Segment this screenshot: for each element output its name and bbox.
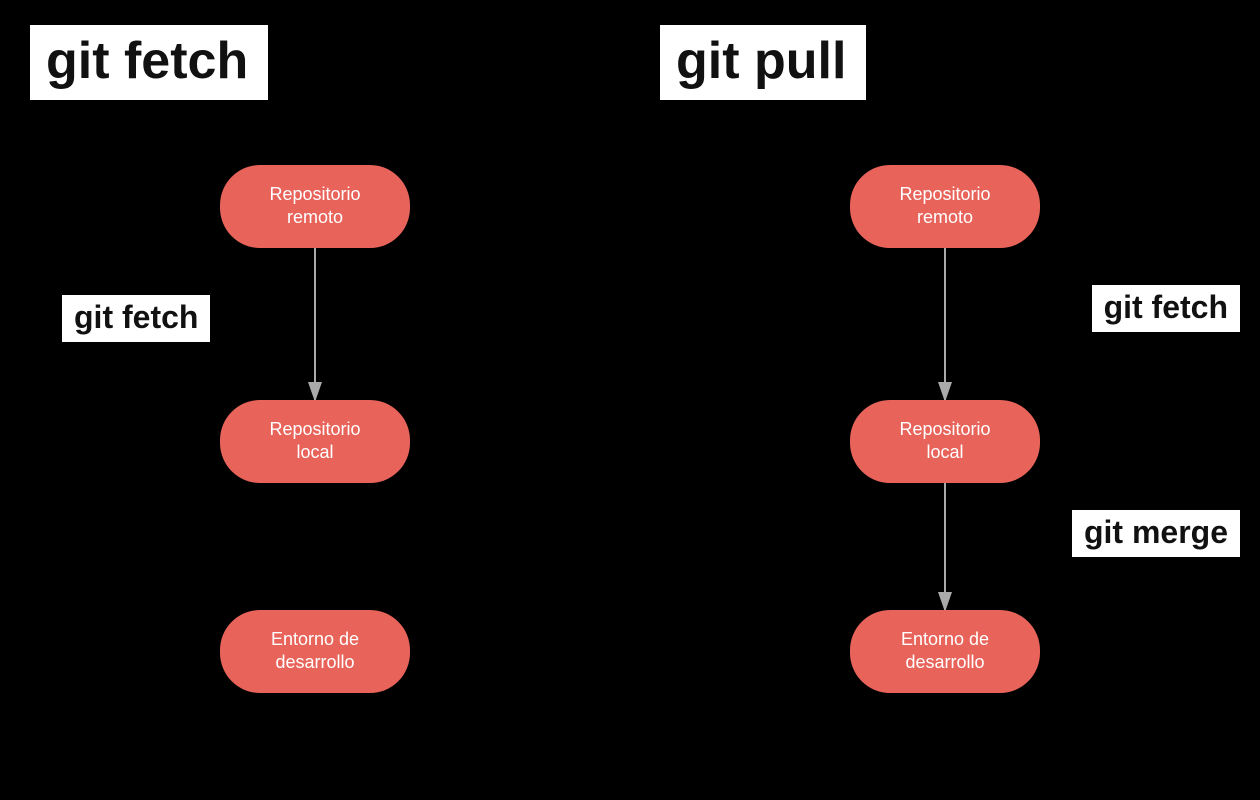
right-diagram: git pull Repositorioremoto git fetch Rep… [630, 0, 1260, 800]
left-diagram: git fetch Repositorioremoto git fetch Re… [0, 0, 630, 800]
left-node-local-label: Repositorio local [250, 418, 380, 465]
right-label-fetch-text: git fetch [1104, 289, 1228, 325]
right-node-dev-label: Entorno dedesarrollo [901, 628, 989, 675]
right-title-box: git pull [660, 25, 866, 100]
left-label-fetch: git fetch [62, 295, 210, 342]
left-node-dev: Entorno dedesarrollo [220, 610, 410, 693]
right-title: git pull [676, 32, 846, 90]
main-container: git fetch Repositorioremoto git fetch Re… [0, 0, 1260, 800]
right-node-remote-label: Repositorioremoto [899, 183, 990, 230]
right-label-merge: git merge [1072, 510, 1240, 557]
right-label-merge-text: git merge [1084, 514, 1228, 550]
left-node-dev-label: Entorno dedesarrollo [271, 628, 359, 675]
left-title: git fetch [46, 32, 248, 90]
left-label-fetch-text: git fetch [74, 299, 198, 335]
right-node-remote: Repositorioremoto [850, 165, 1040, 248]
left-node-remote: Repositorioremoto [220, 165, 410, 248]
right-label-fetch: git fetch [1092, 285, 1240, 332]
right-node-dev: Entorno dedesarrollo [850, 610, 1040, 693]
right-node-local-label: Repositorio local [880, 418, 1010, 465]
left-node-remote-label: Repositorioremoto [269, 183, 360, 230]
left-node-local: Repositorio local [220, 400, 410, 483]
left-title-box: git fetch [30, 25, 268, 100]
right-node-local: Repositorio local [850, 400, 1040, 483]
